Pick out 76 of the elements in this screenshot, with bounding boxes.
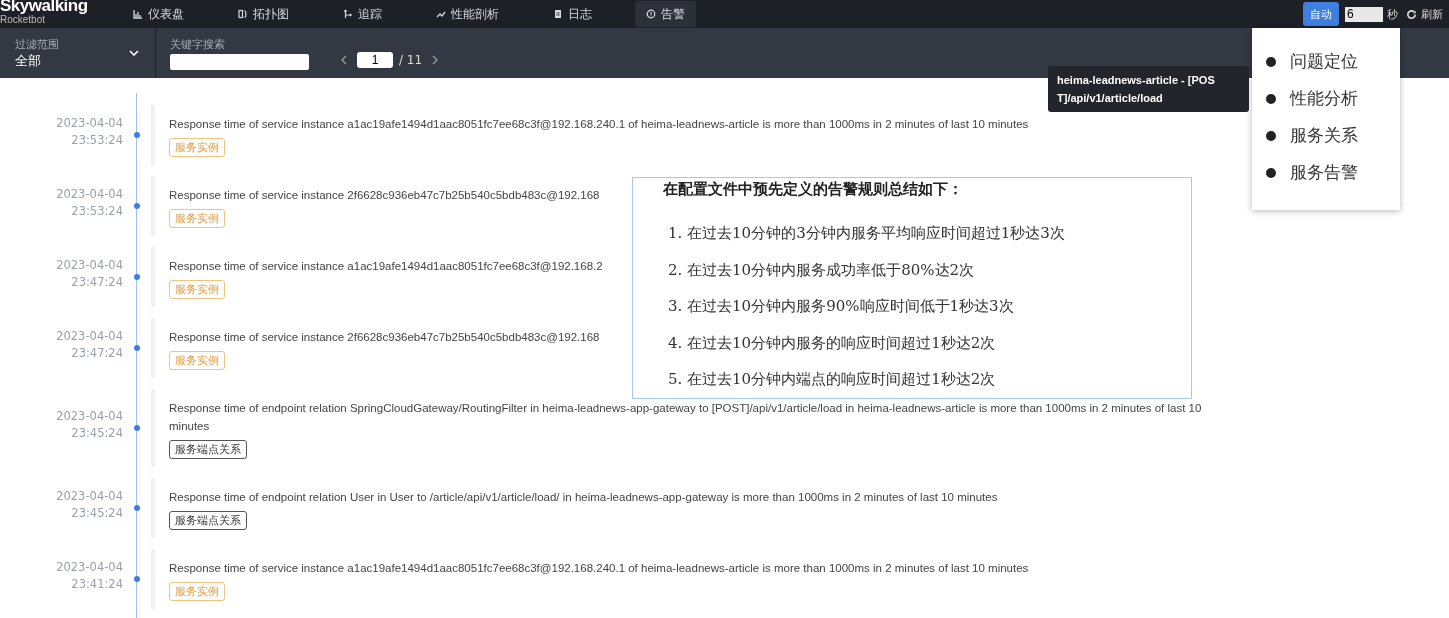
bullet-icon <box>1266 130 1276 141</box>
rule-item: 2. 在过去10分钟内服务成功率低于80%达2次 <box>668 259 976 281</box>
bullet-icon <box>1266 167 1276 178</box>
alert-message: Response time of endpoint relation SpringCloudGateway/RoutingFilter in heima-leadnews-app-gateway to [POST]/api/v1/article/load in heima-leadnews-article is more than 1000ms in 2 minutes of last 10 minutes <box>169 401 1203 434</box>
trace-icon <box>343 9 353 19</box>
scope-tag: 服务实例 <box>169 280 225 299</box>
menu-item-text: 服务关系 <box>1290 124 1358 147</box>
alert-date: 2023-04-04 <box>56 560 123 575</box>
scope-tag: 服务实例 <box>169 582 225 601</box>
previous-page-icon[interactable] <box>341 55 347 65</box>
menu-item-text: 性能分析 <box>1290 87 1358 110</box>
rule-item: 3. 在过去10分钟内服务90%响应时间低于1秒达3次 <box>668 296 1015 317</box>
timeline-dot <box>134 345 140 351</box>
alert-message: Response time of endpoint relation User in User to /article/api/v1/article/load/ in heima-leadnews-app-gateway is more than 1000ms in 2 minutes of last 10 minutes <box>169 490 998 505</box>
alert-message: Response time of service instance 2f6628c936eb47c7b25b540c5bdb483c@192.168 <box>169 188 600 203</box>
timeline-dot <box>134 132 140 138</box>
timeline-dot <box>134 203 140 209</box>
alert-date: 2023-04-04 <box>56 489 123 504</box>
rule-item: 1. 在过去10分钟的3分钟内服务平均响应时间超过1秒达3次 <box>668 223 1066 244</box>
menu-item-text: 问题定位 <box>1290 50 1358 73</box>
alert-message: Response time of service instance a1ac19afe1494d1aac8051fc7ee68c3f@192.168.240.1 of heima-leadnews-article is more than 1000ms in 2 minutes of last 10 minutes <box>169 561 1029 576</box>
alert-date: 2023-04-04 <box>56 116 123 131</box>
nav-tab[interactable]: 告警 <box>635 1 696 27</box>
rule-item: 5. 在过去10分钟内端点的响应时间超过1秒达2次 <box>668 369 997 390</box>
bar-chart-icon <box>133 9 143 19</box>
alert-time: 23:45:24 <box>71 506 123 521</box>
alert-message: Response time of service instance a1ac19afe1494d1aac8051fc7ee68c3f@192.168.2 <box>169 259 603 274</box>
bullet-icon <box>1266 56 1276 67</box>
search-label: 关键字搜索 <box>170 36 226 52</box>
document-icon <box>553 9 563 19</box>
bullet-icon <box>1266 93 1276 104</box>
alert-time: 23:45:24 <box>71 426 123 441</box>
alert-time: 23:53:24 <box>71 133 123 148</box>
scope-dropdown[interactable]: 过滤范围 全部 <box>0 28 156 78</box>
nav-tab[interactable]: 追踪 <box>332 1 393 27</box>
alert-date: 2023-04-04 <box>56 258 123 273</box>
search-field[interactable] <box>170 53 309 70</box>
menu-item-text: 服务告警 <box>1290 161 1358 184</box>
scope-tag: 服务端点关系 <box>169 440 247 459</box>
timeline-dot <box>134 274 140 280</box>
auto-button[interactable]: 自动 <box>1303 2 1339 26</box>
logo-subtitle: Rocketbot <box>0 15 46 25</box>
timeline-dot <box>134 576 140 582</box>
alert-icon <box>646 9 656 19</box>
alert-time: 23:47:24 <box>71 346 123 361</box>
refresh-link[interactable]: 刷新 <box>1421 6 1443 22</box>
scope-tag: 服务端点关系 <box>169 511 247 530</box>
alert-time: 23:41:24 <box>71 577 123 592</box>
nav-tab[interactable]: 拓扑图 <box>227 1 300 27</box>
next-page-icon[interactable] <box>432 55 439 65</box>
alert-message: Response time of service instance 2f6628c936eb47c7b25b540c5bdb483c@192.168 <box>169 330 600 345</box>
line-chart-icon <box>436 9 446 19</box>
nav-tab[interactable]: 日志 <box>542 1 603 27</box>
alert-message: Response time of service instance a1ac19afe1494d1aac8051fc7ee68c3f@192.168.240.1 of heima-leadnews-article is more than 1000ms in 2 minutes of last 10 minutes <box>169 117 1029 132</box>
interval-input[interactable]: 6 <box>1345 6 1383 22</box>
rules-title: 在配置文件中预先定义的告警规则总结如下： <box>663 180 964 199</box>
page-total: / 11 <box>399 53 423 67</box>
scope-tag: 服务实例 <box>169 138 225 157</box>
unit-label: 秒 <box>1387 6 1398 22</box>
chevron-down-icon <box>129 50 139 56</box>
timeline-dot <box>134 505 140 511</box>
timeline-dot <box>134 425 140 431</box>
nav-tab[interactable]: 仪表盘 <box>122 1 195 27</box>
tooltip: heima-leadnews-article - [POS T]/api/v1/article/load <box>1048 66 1249 112</box>
topology-icon <box>238 9 248 19</box>
refresh-icon[interactable] <box>1406 8 1417 20</box>
alert-date: 2023-04-04 <box>56 187 123 202</box>
alert-time: 23:53:24 <box>71 204 123 219</box>
alert-date: 2023-04-04 <box>56 409 123 424</box>
alert-date: 2023-04-04 <box>56 329 123 344</box>
alert-time: 23:47:24 <box>71 275 123 290</box>
nav-tab[interactable]: 性能剖析 <box>425 1 510 27</box>
scope-tag: 服务实例 <box>169 351 225 370</box>
page-input[interactable]: 1 <box>357 52 393 68</box>
scope-tag: 服务实例 <box>169 209 225 228</box>
rule-item: 4. 在过去10分钟内服务的响应时间超过1秒达2次 <box>668 332 997 354</box>
